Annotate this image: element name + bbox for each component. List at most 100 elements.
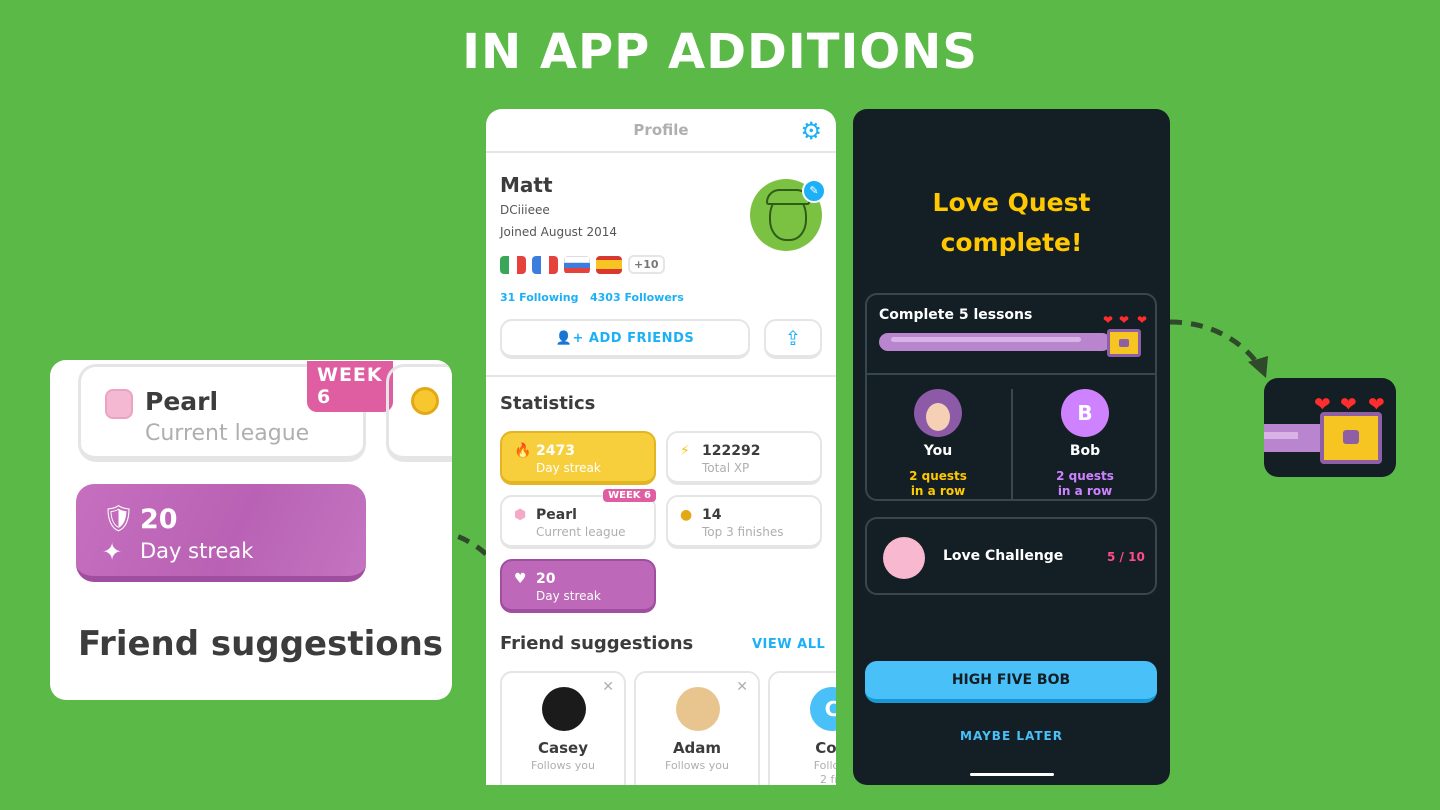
share-button[interactable]: ⇪ — [764, 319, 822, 359]
treasure-chest-icon — [1107, 329, 1141, 357]
add-friends-button[interactable]: 👤+ ADD FRIENDS — [500, 319, 750, 359]
zoomed-stats-card: WEEK 6 Pearl Current league 🛡 20 ✦ Day s… — [50, 360, 452, 700]
stat-total-xp[interactable]: ⚡ 122292 Total XP — [666, 431, 822, 485]
arrow-to-chest — [1169, 319, 1260, 366]
friend-name: Adam — [672, 739, 722, 757]
friend-sub: Follow — [813, 759, 836, 772]
bob-streak: 2 quests in a row — [1056, 469, 1114, 498]
week-badge: WEEK 6 — [307, 361, 393, 412]
bob-name: Bob — [1069, 443, 1101, 459]
heart-icon: ❤ — [1314, 392, 1331, 416]
high-five-button[interactable]: HIGH FIVE BOB — [865, 661, 1157, 703]
profile-header: Profile ⚙ — [486, 109, 836, 153]
stat-value: Pearl — [536, 507, 577, 523]
friend-card[interactable]: ✕ Adam Follows you — [634, 671, 760, 785]
pearl-gem-icon — [105, 389, 133, 419]
you-face — [926, 403, 950, 431]
russia-flag-icon[interactable] — [564, 255, 590, 274]
heart-icon: ❤ — [1137, 313, 1148, 327]
love-quest-screen: Love Quest complete! Complete 5 lessons … — [853, 109, 1170, 785]
friend-sub: Follows you — [531, 759, 595, 772]
league-label: Current league — [145, 421, 310, 446]
heart-icon: ❤ — [1103, 313, 1114, 327]
edit-pencil-icon[interactable]: ✎ — [802, 179, 826, 203]
medal-icon — [411, 387, 439, 415]
friend-avatar: C — [810, 687, 836, 731]
friend-avatar — [676, 687, 720, 731]
stat-label: Current league — [536, 525, 626, 539]
friend-name: Casey — [537, 739, 588, 757]
medal-icon: ● — [680, 507, 693, 523]
profile-name: Matt — [500, 173, 553, 197]
love-challenge-icon — [883, 537, 925, 579]
quest-title-line2: complete! — [940, 228, 1083, 257]
friend-sub: Follows you — [665, 759, 729, 772]
heart-icon: ❤ — [1119, 313, 1130, 327]
pearl-gem-icon: ⬢ — [514, 507, 527, 523]
quest-column-divider — [1011, 389, 1013, 499]
quest-title-line1: Love Quest — [932, 188, 1091, 217]
stat-label: Total XP — [702, 461, 750, 475]
statistics-heading: Statistics — [500, 393, 596, 414]
league-name: Pearl — [145, 387, 219, 416]
progress-bar-highlight — [891, 337, 1081, 342]
friend-suggestions-heading: Friend suggestions — [500, 633, 694, 654]
streak-value: 20 — [140, 504, 178, 535]
close-icon[interactable]: ✕ — [602, 679, 614, 695]
page-title: Profile — [633, 121, 689, 139]
gear-icon[interactable]: ⚙ — [800, 117, 822, 145]
friend-card[interactable]: ✕ Casey Follows you — [500, 671, 626, 785]
stat-label: Day streak — [536, 461, 601, 475]
top3-card-partial[interactable] — [386, 364, 452, 462]
you-avatar — [914, 389, 962, 437]
treasure-chest-icon — [1320, 412, 1382, 464]
view-all-link[interactable]: VIEW ALL — [752, 637, 825, 652]
spain-flag-icon[interactable] — [596, 255, 622, 274]
stat-value: 122292 — [702, 443, 761, 459]
day-streak-card[interactable]: 🛡 20 ✦ Day streak — [76, 484, 366, 582]
heart-icon: ❤ — [1368, 392, 1385, 416]
friend-avatar — [542, 687, 586, 731]
week-badge: WEEK 6 — [603, 489, 656, 502]
home-indicator — [970, 773, 1054, 776]
chest-callout: ❤ ❤ ❤ — [1264, 378, 1396, 477]
stat-value: 2473 — [536, 443, 575, 459]
stat-label: Top 3 finishes — [702, 525, 784, 539]
friend-card-partial[interactable]: C Coo Follow 2 fri — [768, 671, 836, 785]
stat-love-streak[interactable]: ♥ 20 Day streak — [500, 559, 656, 613]
quest-progress-bar — [879, 333, 1111, 351]
stat-value: 14 — [702, 507, 722, 523]
quest-title: Love Quest complete! — [853, 183, 1170, 263]
italy-flag-icon[interactable] — [500, 255, 526, 274]
heart-shield-icon: 🛡 — [102, 504, 136, 534]
stat-value: 20 — [536, 571, 556, 587]
heart-shield-icon: ♥ — [514, 571, 527, 587]
league-card[interactable]: WEEK 6 Pearl Current league — [78, 361, 393, 462]
quest-task: Complete 5 lessons — [879, 307, 1033, 323]
quest-divider — [865, 373, 1157, 375]
followers-link[interactable]: 4303 Followers — [590, 291, 684, 304]
section-divider — [486, 375, 836, 377]
challenge-name: Love Challenge — [943, 548, 1064, 564]
friend-name: Coo — [815, 739, 836, 757]
close-icon[interactable]: ✕ — [736, 679, 748, 695]
add-person-icon: 👤+ — [555, 331, 584, 346]
following-link[interactable]: 31 Following — [500, 291, 579, 304]
stat-day-streak[interactable]: 🔥 2473 Day streak — [500, 431, 656, 485]
you-streak: 2 quests in a row — [909, 469, 967, 498]
heart-icon: ❤ — [1340, 392, 1357, 416]
more-courses-badge[interactable]: +10 — [628, 255, 665, 274]
france-flag-icon[interactable] — [532, 255, 558, 274]
stat-top3-finishes[interactable]: ● 14 Top 3 finishes — [666, 495, 822, 549]
friend-sub-2: 2 fri — [820, 773, 836, 785]
stat-current-league[interactable]: WEEK 6 ⬢ Pearl Current league — [500, 489, 656, 549]
profile-joined: Joined August 2014 — [500, 225, 617, 239]
challenge-progress: 5 / 10 — [1107, 550, 1145, 564]
progress-bar-highlight — [1264, 432, 1298, 439]
profile-username: DCiiieee — [500, 203, 550, 217]
you-name: You — [923, 443, 953, 459]
profile-screen: Profile ⚙ Matt DCiiieee Joined August 20… — [486, 109, 836, 785]
course-flags: +10 — [500, 255, 665, 274]
lightning-icon: ⚡ — [680, 443, 690, 459]
maybe-later-link[interactable]: MAYBE LATER — [853, 729, 1170, 743]
